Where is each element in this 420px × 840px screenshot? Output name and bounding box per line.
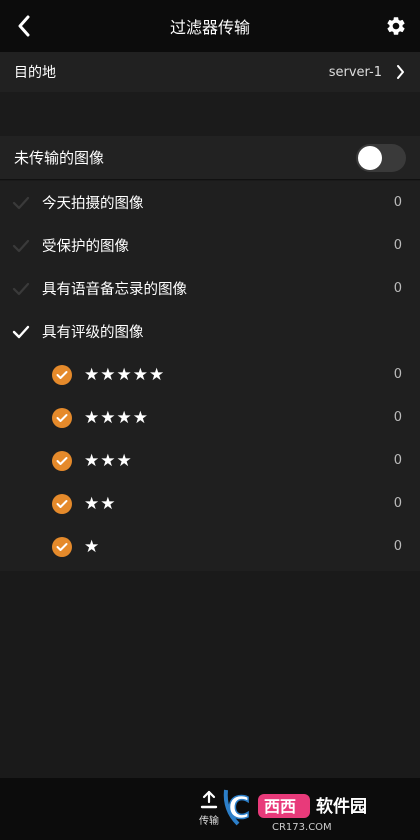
untransferred-toggle[interactable] (356, 143, 406, 172)
checked-circle-icon (52, 450, 72, 471)
settings-button[interactable] (384, 14, 408, 38)
checkmark-icon (10, 321, 32, 343)
destination-row[interactable]: 目的地 server-1 (0, 52, 420, 92)
filter-count: 0 (393, 238, 402, 253)
rating-item-5[interactable]: ★★★★★ 0 (0, 353, 420, 396)
watermark-text: 软件园 (316, 796, 367, 817)
toggle-knob (358, 145, 382, 170)
filter-item-voice-memo[interactable]: 具有语音备忘录的图像 0 (0, 267, 420, 310)
gear-icon (387, 17, 405, 35)
rating-stars: ★★★ (84, 450, 133, 471)
filter-item-rated[interactable]: 具有评级的图像 (0, 310, 420, 353)
checkmark-icon (10, 235, 32, 257)
rating-count: 0 (393, 496, 402, 511)
chevron-left-icon (18, 15, 30, 37)
rating-count: 0 (393, 410, 402, 425)
bottom-toolbar: 传输 C 西西 软件园 CR173.COM (0, 778, 420, 840)
section-spacer (0, 92, 420, 136)
page-title: 过滤器传输 (169, 18, 250, 37)
destination-value: server-1 (328, 64, 382, 80)
svg-text:西西: 西西 (264, 797, 296, 816)
rating-count: 0 (393, 539, 402, 554)
chevron-right-icon (396, 64, 406, 80)
header: 过滤器传输 (0, 0, 420, 52)
watermark-logo: C 西西 软件园 CR173.COM (223, 789, 367, 833)
checkmark-icon (10, 278, 32, 300)
rating-item-2[interactable]: ★★ 0 (0, 482, 420, 525)
watermark-sub: CR173.COM (272, 822, 332, 833)
destination-label: 目的地 (14, 65, 56, 81)
filter-label: 具有语音备忘录的图像 (42, 282, 187, 298)
svg-text:C: C (228, 791, 250, 826)
filter-item-protected[interactable]: 受保护的图像 0 (0, 224, 420, 267)
filter-list: 今天拍摄的图像 0 受保护的图像 0 具有语音备忘录的图像 0 具有评级的图像 … (0, 181, 420, 571)
rating-stars: ★★★★★ (84, 364, 166, 385)
upload-icon (200, 790, 218, 809)
back-button[interactable] (10, 12, 38, 40)
filter-label: 今天拍摄的图像 (42, 196, 144, 212)
filter-item-today[interactable]: 今天拍摄的图像 0 (0, 181, 420, 224)
rating-count: 0 (393, 367, 402, 382)
transfer-label: 传输 (199, 816, 219, 827)
untransferred-label: 未传输的图像 (14, 149, 105, 167)
checked-circle-icon (52, 493, 72, 514)
filter-label: 具有评级的图像 (42, 325, 144, 341)
checked-circle-icon (52, 536, 72, 557)
checked-circle-icon (52, 364, 72, 385)
rating-item-4[interactable]: ★★★★ 0 (0, 396, 420, 439)
rating-item-1[interactable]: ★ 0 (0, 525, 420, 568)
checkmark-icon (10, 192, 32, 214)
untransferred-row: 未传输的图像 (0, 136, 420, 180)
filter-label: 受保护的图像 (42, 239, 129, 255)
filter-count: 0 (393, 281, 402, 296)
rating-count: 0 (393, 453, 402, 468)
rating-stars: ★ (84, 536, 101, 557)
rating-stars: ★★ (84, 493, 117, 514)
checked-circle-icon (52, 407, 72, 428)
filter-count: 0 (393, 195, 402, 210)
rating-stars: ★★★★ (84, 407, 149, 428)
rating-item-3[interactable]: ★★★ 0 (0, 439, 420, 482)
